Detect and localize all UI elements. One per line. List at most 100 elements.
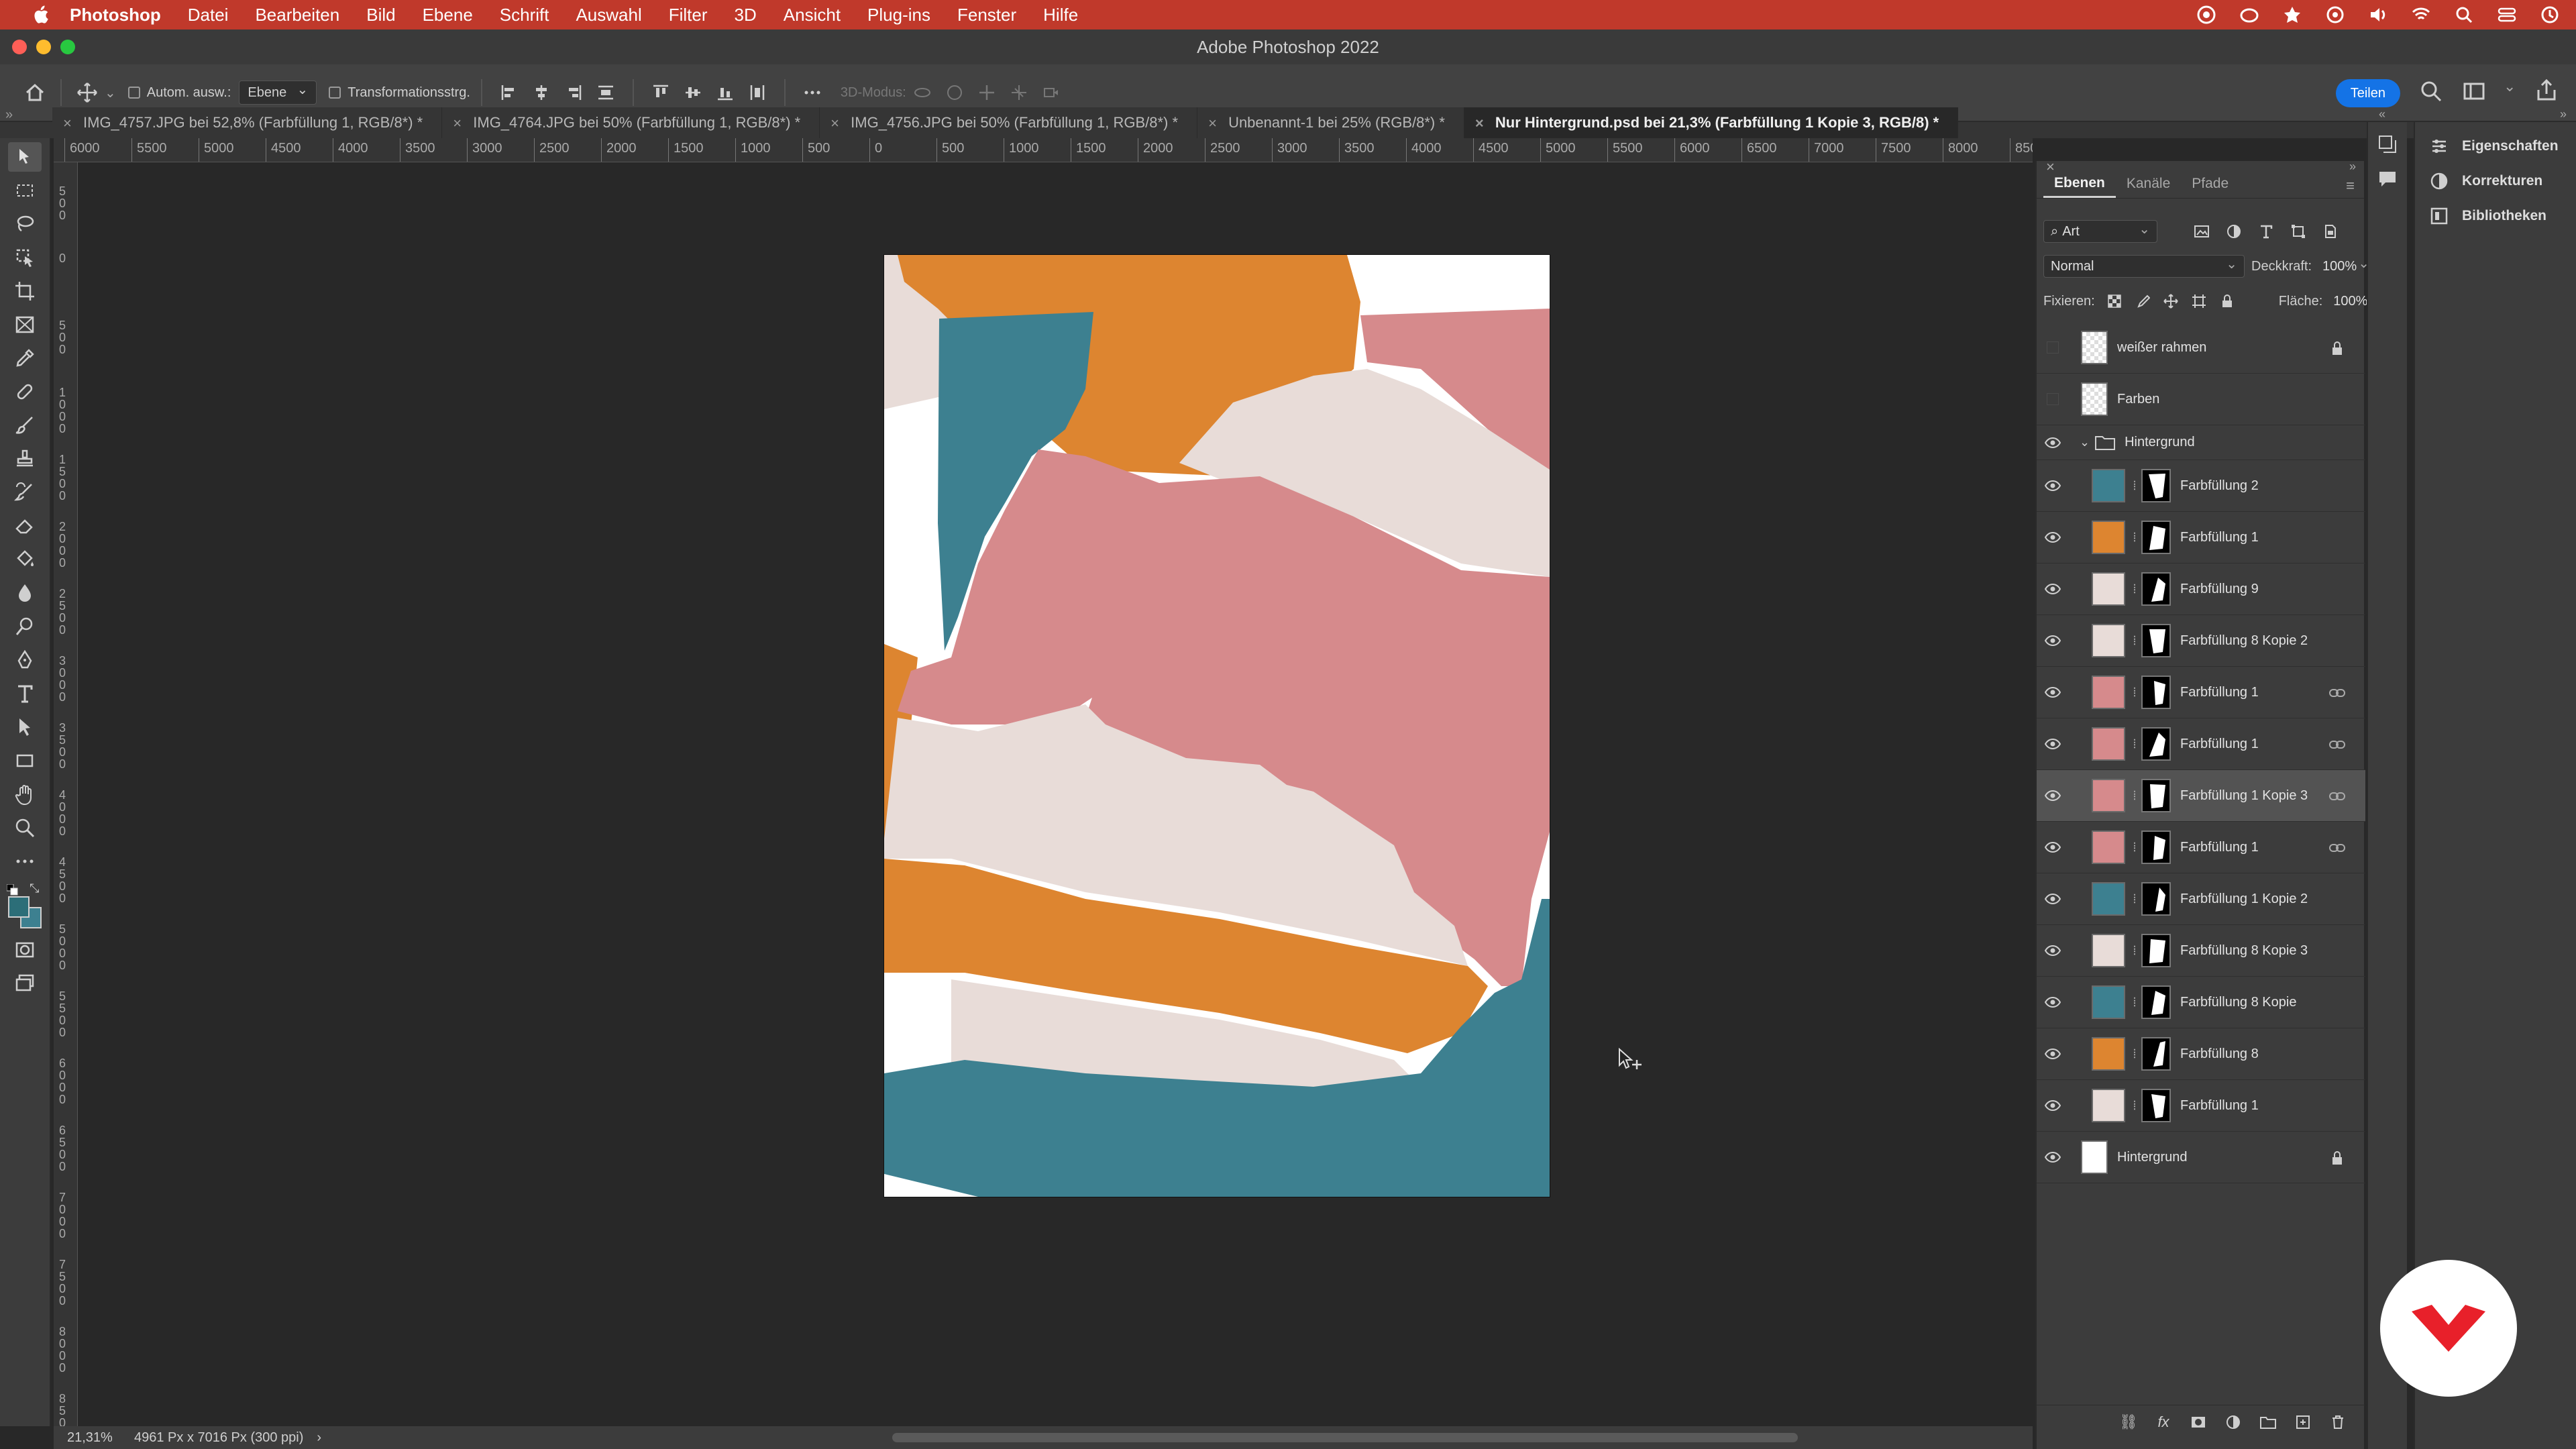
- menu-hilfe[interactable]: Hilfe: [1043, 5, 1078, 25]
- eye-icon[interactable]: [2044, 435, 2061, 451]
- menu-bild[interactable]: Bild: [366, 5, 395, 25]
- cc-sync-icon[interactable]: [2239, 5, 2259, 25]
- tab-kanaele[interactable]: Kanäle: [2116, 170, 2181, 198]
- workspace-icon[interactable]: [2461, 78, 2487, 105]
- eye-icon[interactable]: [2044, 994, 2061, 1010]
- layer-group-row[interactable]: ⌄ Hintergrund: [2037, 425, 2365, 460]
- layer-name[interactable]: Hintergrund: [2125, 435, 2195, 450]
- layer-mask-thumbnail[interactable]: [2141, 1089, 2171, 1122]
- brush-tool-button[interactable]: [8, 411, 42, 440]
- zoom-level[interactable]: 21,31%: [54, 1430, 121, 1446]
- visibility-toggle[interactable]: [2037, 581, 2069, 597]
- type-filter-icon[interactable]: [2255, 221, 2277, 242]
- layer-name[interactable]: Farbfüllung 1: [2180, 737, 2259, 752]
- home-icon[interactable]: [20, 78, 50, 107]
- layer-mask-thumbnail[interactable]: [2141, 469, 2171, 502]
- eye-icon[interactable]: [2044, 943, 2061, 959]
- visibility-toggle[interactable]: [2037, 994, 2069, 1010]
- siri-icon[interactable]: [2540, 5, 2560, 25]
- control-center-icon[interactable]: [2497, 5, 2517, 25]
- visibility-toggle[interactable]: [2037, 891, 2069, 907]
- align-top-icon[interactable]: [647, 79, 674, 106]
- mask-link-icon[interactable]: ⦙: [2129, 581, 2140, 597]
- wifi-icon[interactable]: [2411, 5, 2431, 25]
- visibility-toggle[interactable]: [2037, 1097, 2069, 1114]
- layer-name[interactable]: Farbfüllung 1 Kopie 2: [2180, 892, 2308, 907]
- blend-mode-dropdown[interactable]: Normal: [2043, 255, 2245, 278]
- dodge-tool-button[interactable]: [8, 612, 42, 641]
- airdrop-icon[interactable]: [2325, 5, 2345, 25]
- eye-icon[interactable]: [2044, 788, 2061, 804]
- move-tool-icon[interactable]: [72, 78, 102, 107]
- document-info[interactable]: 4961 Px x 7016 Px (300 ppi): [134, 1430, 303, 1446]
- swap-colors-icon[interactable]: ⤡: [30, 881, 43, 895]
- layer-name[interactable]: Farbfüllung 1: [2180, 530, 2259, 545]
- layer-thumbnail[interactable]: [2081, 1140, 2108, 1174]
- fill-color-thumbnail[interactable]: [2092, 572, 2125, 606]
- visibility-toggle[interactable]: [2037, 633, 2069, 649]
- fill-color-thumbnail[interactable]: [2092, 727, 2125, 761]
- collapse-toolbar-icon[interactable]: »: [5, 107, 13, 123]
- align-center-h-icon[interactable]: [528, 79, 555, 106]
- minimize-window-icon[interactable]: [36, 40, 51, 54]
- layer-name[interactable]: Farbfüllung 8: [2180, 1046, 2259, 1062]
- fill-color-thumbnail[interactable]: [2092, 1037, 2125, 1071]
- canvas-area[interactable]: [78, 162, 2033, 1426]
- fill-color-thumbnail[interactable]: [2092, 779, 2125, 812]
- eye-icon[interactable]: [2044, 478, 2061, 494]
- visibility-toggle[interactable]: [2037, 393, 2069, 405]
- expand-panels-icon[interactable]: «: [2379, 107, 2385, 121]
- layer-name[interactable]: Farbfüllung 8 Kopie: [2180, 995, 2296, 1010]
- close-tab-icon[interactable]: ×: [830, 115, 839, 132]
- mask-link-icon[interactable]: ⦙: [2129, 633, 2140, 649]
- edit-toolbar-icon[interactable]: [8, 847, 42, 876]
- app-status-icon[interactable]: [2282, 5, 2302, 25]
- status-menu-arrow-icon[interactable]: ›: [317, 1430, 321, 1446]
- auto-select-dropdown[interactable]: Ebene: [239, 80, 317, 105]
- mask-link-icon[interactable]: ⦙: [2129, 788, 2140, 804]
- layer-name[interactable]: Farbfüllung 9: [2180, 582, 2259, 597]
- close-tab-icon[interactable]: ×: [63, 115, 72, 132]
- hand-tool-button[interactable]: [8, 780, 42, 809]
- align-right-icon[interactable]: [560, 79, 587, 106]
- eraser-tool-button[interactable]: [8, 511, 42, 541]
- eye-icon[interactable]: [2044, 633, 2061, 649]
- panel-korrekturen[interactable]: Korrekturen: [2430, 172, 2542, 191]
- default-colors-icon[interactable]: [6, 883, 19, 896]
- mask-link-icon[interactable]: ⦙: [2129, 1097, 2140, 1114]
- eye-icon[interactable]: [2044, 684, 2061, 700]
- lock-pixels-icon[interactable]: [2134, 292, 2151, 310]
- panel-eigenschaften[interactable]: Eigenschaften: [2430, 137, 2559, 156]
- fill-color-thumbnail[interactable]: [2092, 469, 2125, 502]
- layer-row[interactable]: ⦙ Farbfüllung 1: [2037, 822, 2365, 873]
- paint-bucket-tool-button[interactable]: [8, 545, 42, 574]
- layer-mask-thumbnail[interactable]: [2141, 779, 2171, 812]
- lasso-tool-button[interactable]: [8, 209, 42, 239]
- menu-plugins[interactable]: Plug-ins: [867, 5, 930, 25]
- layer-row[interactable]: ⦙ Farbfüllung 1: [2037, 667, 2365, 718]
- menu-auswahl[interactable]: Auswahl: [576, 5, 641, 25]
- mask-link-icon[interactable]: ⦙: [2129, 1046, 2140, 1062]
- tab-unbenannt-1[interactable]: × Unbenannt-1 bei 25% (RGB/8*) *: [1197, 107, 1464, 138]
- panel-menu-icon[interactable]: ≡: [2346, 177, 2355, 195]
- share-export-icon[interactable]: [2533, 78, 2560, 105]
- mask-link-icon[interactable]: ⦙: [2129, 994, 2140, 1010]
- eyedropper-tool-button[interactable]: [8, 343, 42, 373]
- mask-link-icon[interactable]: ⦙: [2129, 736, 2140, 752]
- menu-ansicht[interactable]: Ansicht: [784, 5, 841, 25]
- adjustment-layer-icon[interactable]: [2223, 1412, 2243, 1432]
- layer-style-fx-icon[interactable]: fx: [2153, 1412, 2174, 1432]
- layer-mask-thumbnail[interactable]: [2141, 934, 2171, 967]
- layer-mask-thumbnail[interactable]: [2141, 985, 2171, 1019]
- layer-name[interactable]: weißer rahmen: [2117, 340, 2206, 356]
- layer-name[interactable]: Hintergrund: [2117, 1150, 2188, 1165]
- layer-thumbnail[interactable]: [2081, 382, 2108, 416]
- fill-color-thumbnail[interactable]: [2092, 830, 2125, 864]
- mask-link-icon[interactable]: ⦙: [2129, 943, 2140, 959]
- marquee-tool-button[interactable]: [8, 176, 42, 205]
- comments-panel-icon[interactable]: [2377, 169, 2398, 193]
- screen-mode-icon[interactable]: [8, 969, 42, 998]
- adjustment-filter-icon[interactable]: [2223, 221, 2245, 242]
- history-panel-icon[interactable]: [2377, 134, 2398, 158]
- crop-tool-button[interactable]: [8, 276, 42, 306]
